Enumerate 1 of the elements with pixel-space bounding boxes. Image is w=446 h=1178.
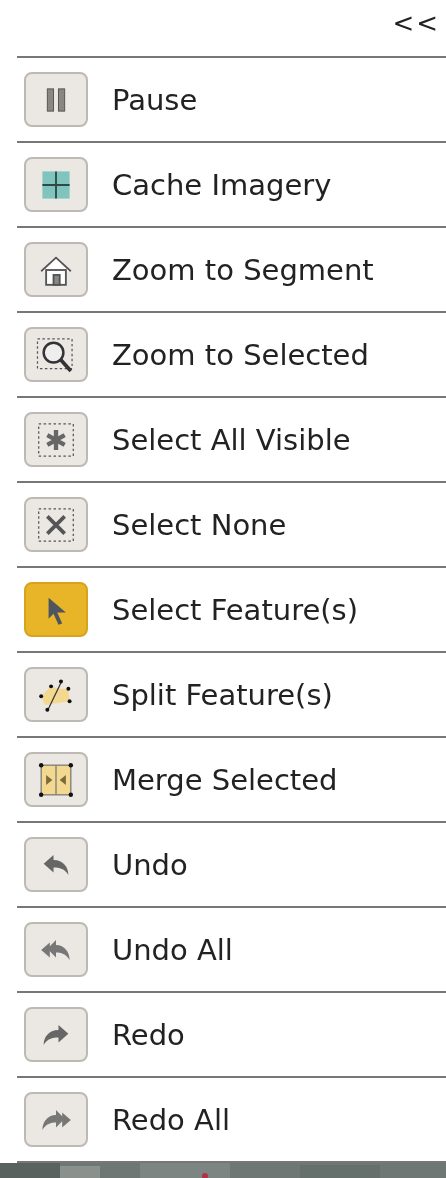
collapse-button[interactable]: << (392, 8, 446, 48)
